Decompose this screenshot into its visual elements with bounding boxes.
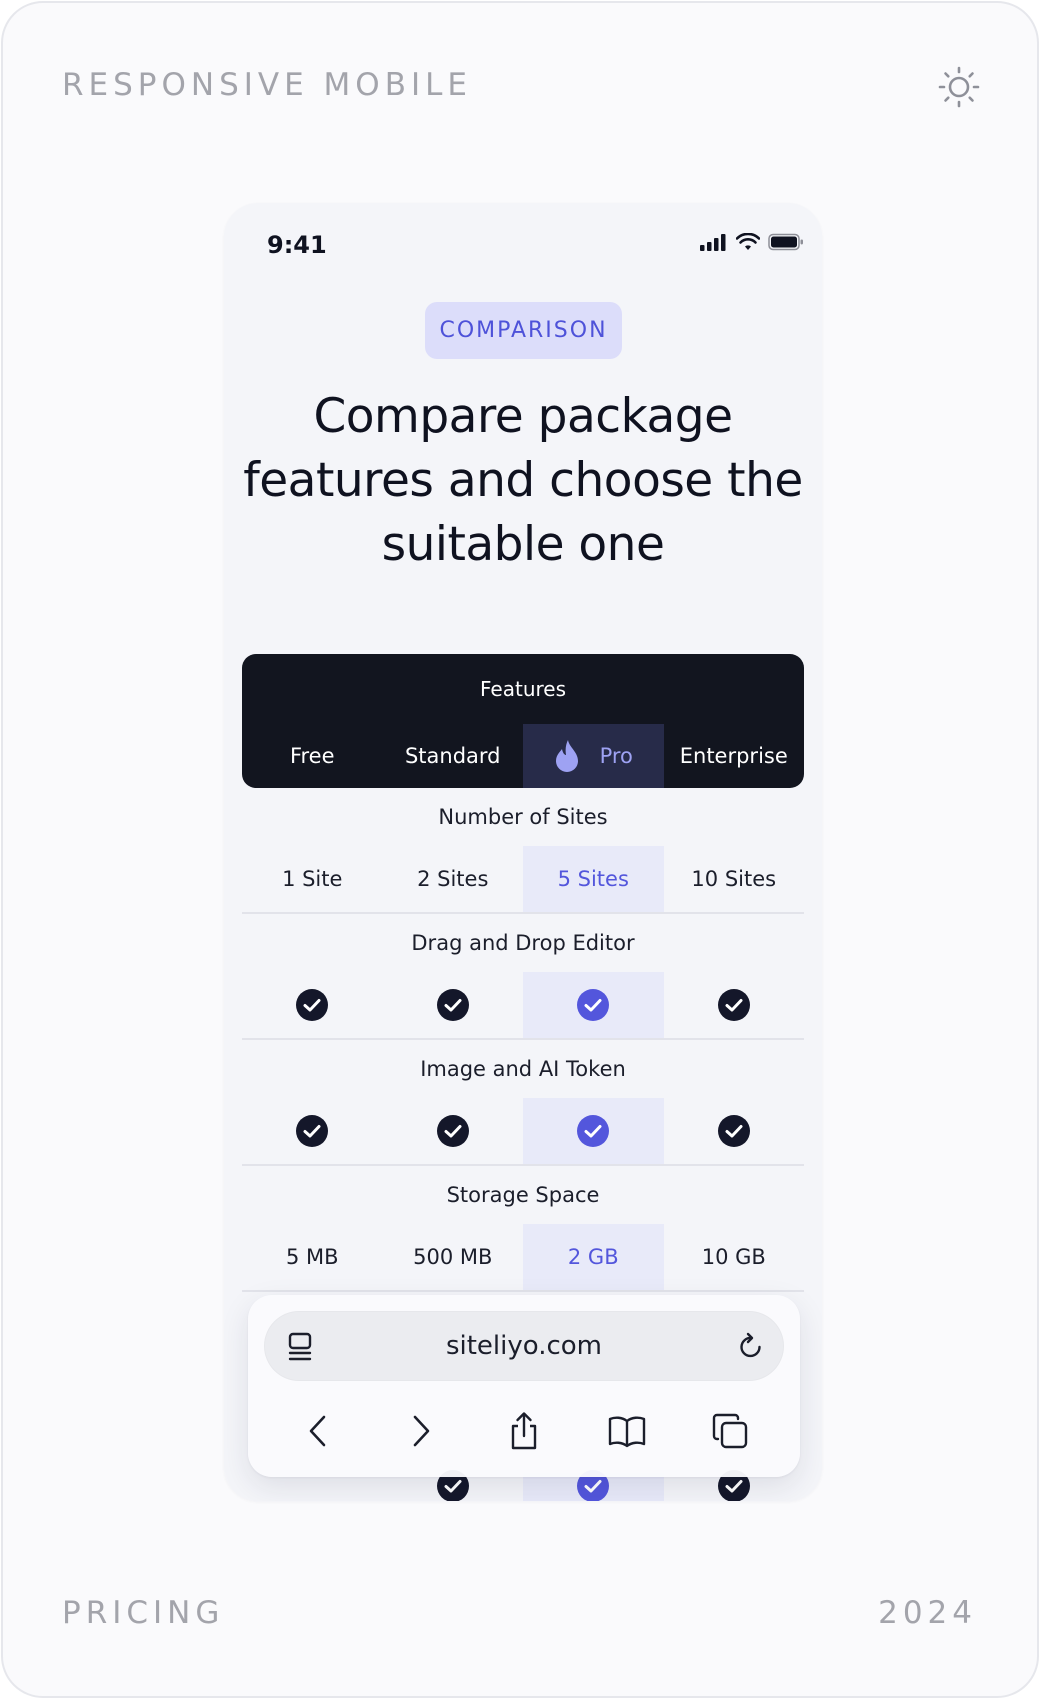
check-icon (296, 1115, 329, 1147)
tabs-icon (713, 1413, 748, 1449)
plan-label: Pro (599, 744, 633, 768)
cell-free (242, 1098, 383, 1164)
browser-bar: siteliyo.com (248, 1295, 800, 1477)
headline-line: features and choose the (243, 453, 803, 508)
browser-toolbar (248, 1399, 800, 1463)
cell-standard (383, 1470, 524, 1501)
flame-icon (555, 740, 578, 772)
cell-standard: 500 MB (413, 1245, 493, 1269)
check-icon (577, 1115, 610, 1147)
cell-enterprise: 10 GB (701, 1245, 766, 1269)
features-title: Features (480, 677, 566, 701)
wifi-icon (736, 233, 760, 250)
cell-enterprise (664, 1470, 805, 1501)
share-icon (511, 1412, 537, 1450)
cell-free: 5 MB (285, 1245, 339, 1269)
plan-label: Standard (404, 744, 501, 768)
check-icon (436, 1115, 469, 1147)
sun-icon[interactable] (937, 65, 981, 109)
table-row (242, 1098, 804, 1164)
battery-icon (768, 233, 803, 251)
bookmarks-button[interactable] (607, 1411, 647, 1451)
cell-pro (523, 1470, 664, 1501)
bottom-left-label: PRICING (62, 1595, 225, 1631)
showcase-card: RESPONSIVE MOBILE 9:41 COMPARISON Compar… (1, 1, 1039, 1698)
comparison-badge: COMPARISON (425, 302, 622, 359)
cell-pro: 2 GB (523, 1224, 664, 1290)
cell-enterprise (664, 1098, 805, 1164)
cell-pro (523, 972, 664, 1038)
section-number-of-sites: Number of Sites 1 Site 2 Sites 5 Sites 1… (242, 788, 804, 914)
check-icon (577, 989, 610, 1021)
headline-line: Compare package (313, 389, 733, 444)
table-row: 5 MB 500 MB 2 GB 10 GB (242, 1224, 804, 1290)
forward-icon (413, 1415, 430, 1447)
bottom-right-label: 2024 (878, 1595, 977, 1631)
section-drag-and-drop-editor: Drag and Drop Editor (242, 914, 804, 1040)
comparison-table: Features Free Standard Pro Enterprise Nu… (242, 654, 804, 1292)
cell-free (242, 1473, 383, 1501)
section-title: Image and AI Token (420, 1057, 626, 1081)
tabs-button[interactable] (710, 1411, 750, 1451)
headline-line: suitable one (381, 517, 665, 572)
cell-pro (523, 1098, 664, 1164)
section-image-and-ai-token: Image and AI Token (242, 1040, 804, 1166)
section-title: Number of Sites (438, 805, 608, 829)
check-icon (296, 989, 329, 1021)
plan-label: Free (289, 744, 335, 768)
address-bar[interactable]: siteliyo.com (264, 1311, 784, 1381)
plan-free[interactable]: Free (242, 724, 383, 788)
cell-standard: 2 Sites (417, 867, 489, 891)
url-text[interactable]: siteliyo.com (264, 1311, 784, 1381)
cell-enterprise (664, 972, 805, 1038)
table-row: 1 Site 2 Sites 5 Sites 10 Sites (242, 846, 804, 912)
section-title: Storage Space (446, 1183, 600, 1207)
top-left-label: RESPONSIVE MOBILE (62, 67, 472, 103)
check-icon (717, 989, 750, 1021)
table-row-partial (242, 1470, 805, 1501)
cell-pro: 5 Sites (523, 846, 664, 912)
forward-button[interactable] (401, 1411, 441, 1451)
check-icon (436, 989, 469, 1021)
check-icon (717, 1115, 750, 1147)
plan-pro[interactable]: Pro (523, 724, 664, 788)
phone-screen: 9:41 COMPARISON Compare package features… (224, 203, 822, 1501)
cell-enterprise: 10 Sites (691, 867, 777, 891)
signal-icon (700, 234, 726, 251)
plan-columns: Free Standard Pro Enterprise (242, 724, 804, 788)
table-row (242, 972, 804, 1038)
share-button[interactable] (504, 1411, 544, 1451)
bookmarks-icon (608, 1416, 646, 1448)
back-icon (309, 1415, 325, 1447)
cell-standard (383, 972, 524, 1038)
section-title: Drag and Drop Editor (411, 931, 635, 955)
plan-label: Enterprise (679, 744, 788, 768)
cell-free (242, 972, 383, 1038)
page-headline: Compare package features and choose the … (234, 385, 812, 577)
reload-icon[interactable] (736, 1331, 766, 1361)
back-button[interactable] (298, 1411, 338, 1451)
plan-enterprise[interactable]: Enterprise (664, 724, 805, 788)
cell-free: 1 Site (282, 867, 343, 891)
status-icons (700, 233, 804, 251)
status-time: 9:41 (267, 231, 327, 259)
table-header: Features Free Standard Pro Enterprise (242, 654, 804, 788)
plan-standard[interactable]: Standard (383, 724, 524, 788)
cell-standard (383, 1098, 524, 1164)
section-storage-space: Storage Space 5 MB 500 MB 2 GB 10 GB (242, 1166, 804, 1292)
